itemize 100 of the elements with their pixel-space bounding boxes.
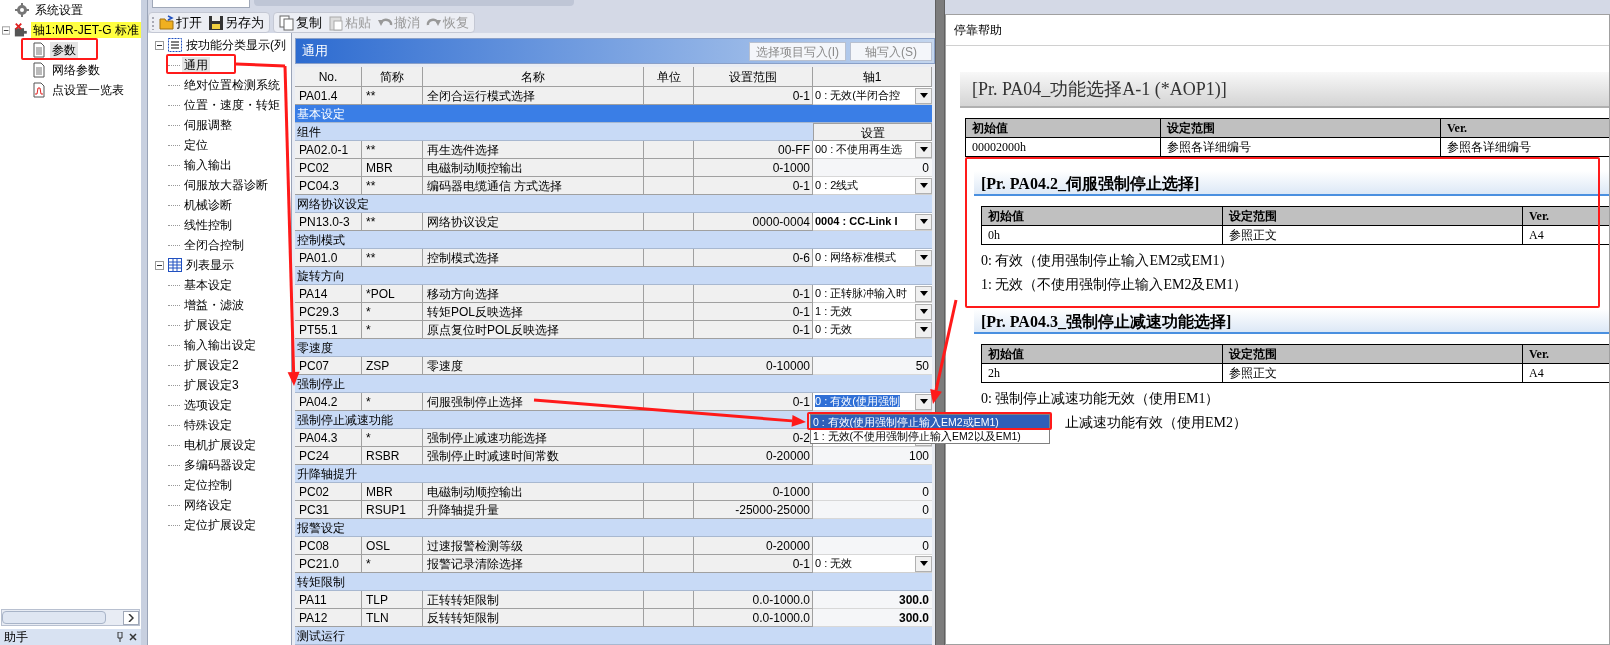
- group-row[interactable]: 升降轴提升: [295, 465, 813, 483]
- setting-button[interactable]: 设置: [813, 123, 932, 141]
- tree-item[interactable]: 扩展设定2: [182, 357, 241, 373]
- group-row[interactable]: 组件: [295, 123, 813, 141]
- column-header[interactable]: No.: [295, 67, 362, 87]
- table-cell: 伺服强制停止选择: [423, 393, 644, 411]
- tree-item[interactable]: 伺服放大器诊断: [182, 177, 270, 193]
- table-cell: 转矩POL反映选择: [423, 303, 644, 321]
- dropdown-field[interactable]: 00 : 不使用再生选: [813, 141, 932, 159]
- tree-item[interactable]: 点设置一览表: [50, 82, 126, 98]
- group-row[interactable]: 控制模式: [295, 231, 813, 249]
- tree-item[interactable]: 位置・速度・转矩: [182, 97, 282, 113]
- dropdown-field[interactable]: 0 : 2线式: [813, 177, 932, 195]
- toolbar-button[interactable]: 复制: [277, 13, 324, 32]
- value-cell[interactable]: 300.0: [813, 609, 932, 627]
- tree-item[interactable]: 电机扩展设定: [182, 437, 258, 453]
- table-cell: 反转转矩限制: [423, 609, 644, 627]
- table-cell: RSUP1: [362, 501, 423, 519]
- table-cell: 0-6: [694, 249, 813, 267]
- tree-item[interactable]: 绝对位置检测系统: [182, 77, 282, 93]
- column-header[interactable]: 轴1: [813, 67, 932, 87]
- dropdown-field[interactable]: 0 : 正转脉冲输入时: [813, 285, 932, 303]
- dropdown-field[interactable]: 0 : 无效: [813, 555, 932, 573]
- tree-item[interactable]: 按功能分类显示(列: [186, 37, 286, 53]
- tree-item[interactable]: 轴1:MR-JET-G 标准: [31, 22, 141, 38]
- table-cell: -25000-25000: [694, 501, 813, 519]
- column-header[interactable]: 单位: [644, 67, 694, 87]
- table-cell: PA01.0: [295, 249, 362, 267]
- group-row[interactable]: 报警设定: [295, 519, 813, 537]
- table-cell: 0-1: [694, 87, 813, 105]
- table-cell: *: [362, 555, 423, 573]
- table-cell: 0-20000: [694, 537, 813, 555]
- table-cell: 0-1: [694, 303, 813, 321]
- value-cell[interactable]: 100: [813, 447, 932, 465]
- group-row[interactable]: 旋转方向: [295, 267, 813, 285]
- value-cell[interactable]: 0: [813, 483, 932, 501]
- table-cell: 强制停止时减速时间常数: [423, 447, 644, 465]
- table-cell: 00-FF: [694, 141, 813, 159]
- tree-item[interactable]: 参数: [50, 42, 78, 58]
- toolbar-button[interactable]: 另存为: [206, 13, 266, 32]
- tree-item[interactable]: 伺服调整: [182, 117, 234, 133]
- table-cell: 参照正文: [1223, 226, 1523, 244]
- dropdown-option[interactable]: 0 : 有效(使用强制停止输入EM2或EM1): [811, 415, 1049, 429]
- group-row[interactable]: 转矩限制: [295, 573, 813, 591]
- tree-item[interactable]: 全闭合控制: [182, 237, 246, 253]
- dropdown-field[interactable]: 0 : 网络标准模式: [813, 249, 932, 267]
- table-cell: 2h: [982, 364, 1223, 382]
- dropdown-field[interactable]: 0 : 无效(半闭合控: [813, 87, 932, 105]
- group-row[interactable]: 强制停止减速功能: [295, 411, 813, 429]
- column-header[interactable]: 简称: [362, 67, 423, 87]
- group-row[interactable]: 测试运行: [295, 627, 813, 645]
- tree-item[interactable]: 网络参数: [50, 62, 102, 78]
- table-cell: 0-1000: [694, 483, 813, 501]
- tree-item[interactable]: 通用: [182, 57, 210, 73]
- column-header[interactable]: 名称: [423, 67, 644, 87]
- tree-item[interactable]: 扩展设定3: [182, 377, 241, 393]
- table-header: 设定范围: [1161, 119, 1441, 137]
- tree-item[interactable]: 定位扩展设定: [182, 517, 258, 533]
- table-cell: PN13.0-3: [295, 213, 362, 231]
- value-cell[interactable]: 300.0: [813, 591, 932, 609]
- value-cell[interactable]: 0: [813, 159, 932, 177]
- tree-item[interactable]: 定位: [182, 137, 210, 153]
- group-row[interactable]: 网络协议设定: [295, 195, 813, 213]
- dropdown-field[interactable]: 1 : 无效: [813, 303, 932, 321]
- tree-item[interactable]: 系统设置: [33, 2, 85, 18]
- table-cell: PC29.3: [295, 303, 362, 321]
- group-row[interactable]: 强制停止: [295, 375, 813, 393]
- tree-item[interactable]: 多编码器设定: [182, 457, 258, 473]
- table-cell: OSL: [362, 537, 423, 555]
- tree-item[interactable]: 特殊设定: [182, 417, 234, 433]
- dropdown-field[interactable]: 0 : 无效: [813, 321, 932, 339]
- tree-item[interactable]: 机械诊断: [182, 197, 234, 213]
- table-cell: PA12: [295, 609, 362, 627]
- tree-item[interactable]: 增益・滤波: [182, 297, 246, 313]
- dropdown-field[interactable]: 0004 : CC-Link I: [813, 213, 932, 231]
- dropdown-field[interactable]: 0 : 有效(使用强制: [813, 393, 932, 411]
- table-cell: **: [362, 213, 423, 231]
- column-header[interactable]: 设置范围: [694, 67, 813, 87]
- group-row[interactable]: 零速度: [295, 339, 813, 357]
- value-cell[interactable]: 50: [813, 357, 932, 375]
- tree-item[interactable]: 基本设定: [182, 277, 234, 293]
- table-cell: 0h: [982, 226, 1223, 244]
- table-cell: 00002000h: [966, 138, 1161, 156]
- table-cell: PA14: [295, 285, 362, 303]
- table-cell: *: [362, 321, 423, 339]
- tree-item[interactable]: 网络设定: [182, 497, 234, 513]
- table-cell: **: [362, 87, 423, 105]
- tree-item[interactable]: 输入输出: [182, 157, 234, 173]
- tree-item[interactable]: 扩展设定: [182, 317, 234, 333]
- table-cell: 0-1: [694, 393, 813, 411]
- value-cell[interactable]: 0: [813, 501, 932, 519]
- tree-item[interactable]: 列表显示: [186, 257, 234, 273]
- tree-item[interactable]: 输入输出设定: [182, 337, 258, 353]
- tree-item[interactable]: 线性控制: [182, 217, 234, 233]
- toolbar-button[interactable]: 打开: [157, 13, 204, 32]
- tree-item[interactable]: 定位控制: [182, 477, 234, 493]
- tree-item[interactable]: 选项设定: [182, 397, 234, 413]
- value-cell[interactable]: 0: [813, 537, 932, 555]
- table-cell: **: [362, 249, 423, 267]
- group-row[interactable]: 基本设定: [295, 105, 813, 123]
